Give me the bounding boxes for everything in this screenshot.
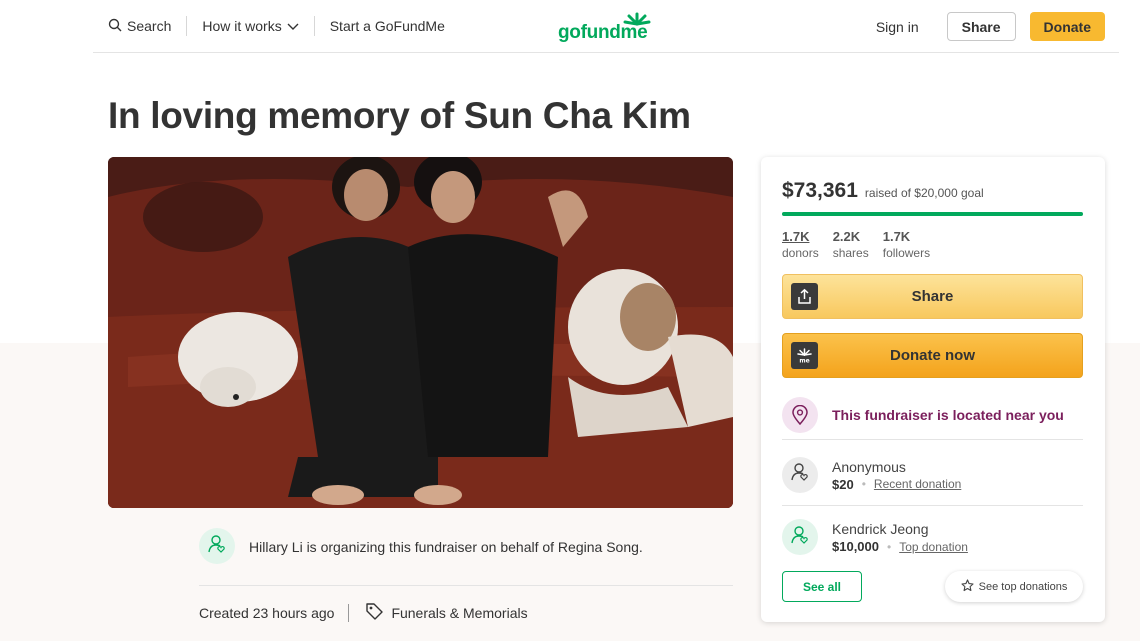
recent-donation-link[interactable]: Recent donation [874,477,961,491]
donation-line: $20 • Recent donation [832,477,961,492]
nav-left: Search How it works Start a GoFundMe [108,0,460,52]
top-navigation: Search How it works Start a GoFundMe gof… [93,0,1119,53]
category-label: Funerals & Memorials [391,605,528,621]
map-pin-icon [782,396,818,433]
gofundme-mark-icon: me [791,342,818,369]
stat-donors-label: donors [782,246,819,260]
campaign-meta: Created 23 hours ago Funerals & Memorial… [199,602,528,624]
donation-amount: $10,000 [832,539,879,554]
share-button-header[interactable]: Share [946,12,1016,41]
how-it-works-menu[interactable]: How it works [187,15,313,37]
donor-avatar [782,519,818,555]
page-title: In loving memory of Sun Cha Kim [108,95,691,136]
stat-shares-label: shares [832,246,869,260]
nav-right: Sign in Share Donate [876,12,1105,41]
sign-in-link[interactable]: Sign in [876,19,919,35]
stat-shares: 2.2K shares [833,229,869,261]
chevron-down-icon [287,18,299,34]
search-label: Search [127,18,172,34]
separator-dot: • [887,539,892,554]
donation-details: Anonymous $20 • Recent donation [832,458,961,492]
created-date: Created 23 hours ago [199,605,335,621]
star-icon [961,578,974,595]
stat-followers: 1.7K followers [883,229,930,261]
search-icon [108,18,122,35]
see-top-donations-label: See top donations [978,580,1068,593]
tag-icon [365,602,384,624]
user-heart-icon [790,525,810,550]
raised-amount: $73,361 [782,179,858,202]
donation-amount: $20 [832,476,854,492]
how-it-works-label: How it works [202,18,282,34]
stat-donors-number: 1.7K [782,229,810,244]
campaign-stats: 1.7K donors 2.2K shares 1.7K followers [782,229,930,261]
upload-icon [791,283,818,310]
campaign-photo[interactable] [108,157,733,508]
category-link[interactable]: Funerals & Memorials [365,602,528,624]
donate-now-label: Donate now [890,347,975,364]
stat-donors[interactable]: 1.7K donors [782,229,819,261]
donor-avatar [782,456,818,493]
donor-name: Anonymous [832,458,906,475]
donate-button-header[interactable]: Donate [1029,12,1105,41]
donation-sidebar-card: $73,361 raised of $20,000 goal 1.7K dono… [761,157,1105,622]
progress-bar [782,212,1083,216]
see-all-button[interactable]: See all [782,571,862,602]
share-button[interactable]: Share [782,274,1083,319]
share-button-label: Share [911,288,954,305]
donation-item: Kendrick Jeong $10,000 • Top donation [782,506,1083,568]
organizer-text: Hillary Li is organizing this fundraiser… [249,539,643,555]
location-text: This fundraiser is located near you [832,406,1064,423]
gofundme-logo[interactable]: gofundme [558,12,658,43]
meta-divider [348,604,350,622]
start-gofundme-link[interactable]: Start a GoFundMe [315,15,460,37]
donate-now-button[interactable]: me Donate now [782,333,1083,378]
user-heart-icon [207,534,227,559]
logo-wordmark: gofundme [558,22,648,43]
separator-dot: • [861,477,866,491]
user-heart-icon [790,462,810,487]
donor-name: Kendrick Jeong [832,521,929,537]
goal-text: raised of $20,000 goal [864,186,984,200]
organizer-row: Hillary Li is organizing this fundraiser… [199,528,733,586]
stat-followers-number: 1.7K [882,229,911,244]
donation-details: Kendrick Jeong $10,000 • Top donation [832,520,968,554]
stat-shares-number: 2.2K [832,229,861,244]
see-top-donations-button[interactable]: See top donations [945,571,1083,602]
progress-fill [782,212,1083,216]
donation-line: $10,000 • Top donation [832,539,968,554]
organizer-avatar [199,528,235,564]
svg-text:me: me [799,358,809,365]
location-notice: This fundraiser is located near you [782,392,1083,440]
top-donation-link[interactable]: Top donation [899,540,968,554]
donation-item: Anonymous $20 • Recent donation [782,444,1083,506]
amount-raised: $73,361 raised of $20,000 goal [782,179,984,203]
stat-followers-label: followers [882,246,931,260]
start-gofundme-label: Start a GoFundMe [329,18,445,34]
photo-illustration [108,157,733,508]
search-link[interactable]: Search [108,15,186,37]
